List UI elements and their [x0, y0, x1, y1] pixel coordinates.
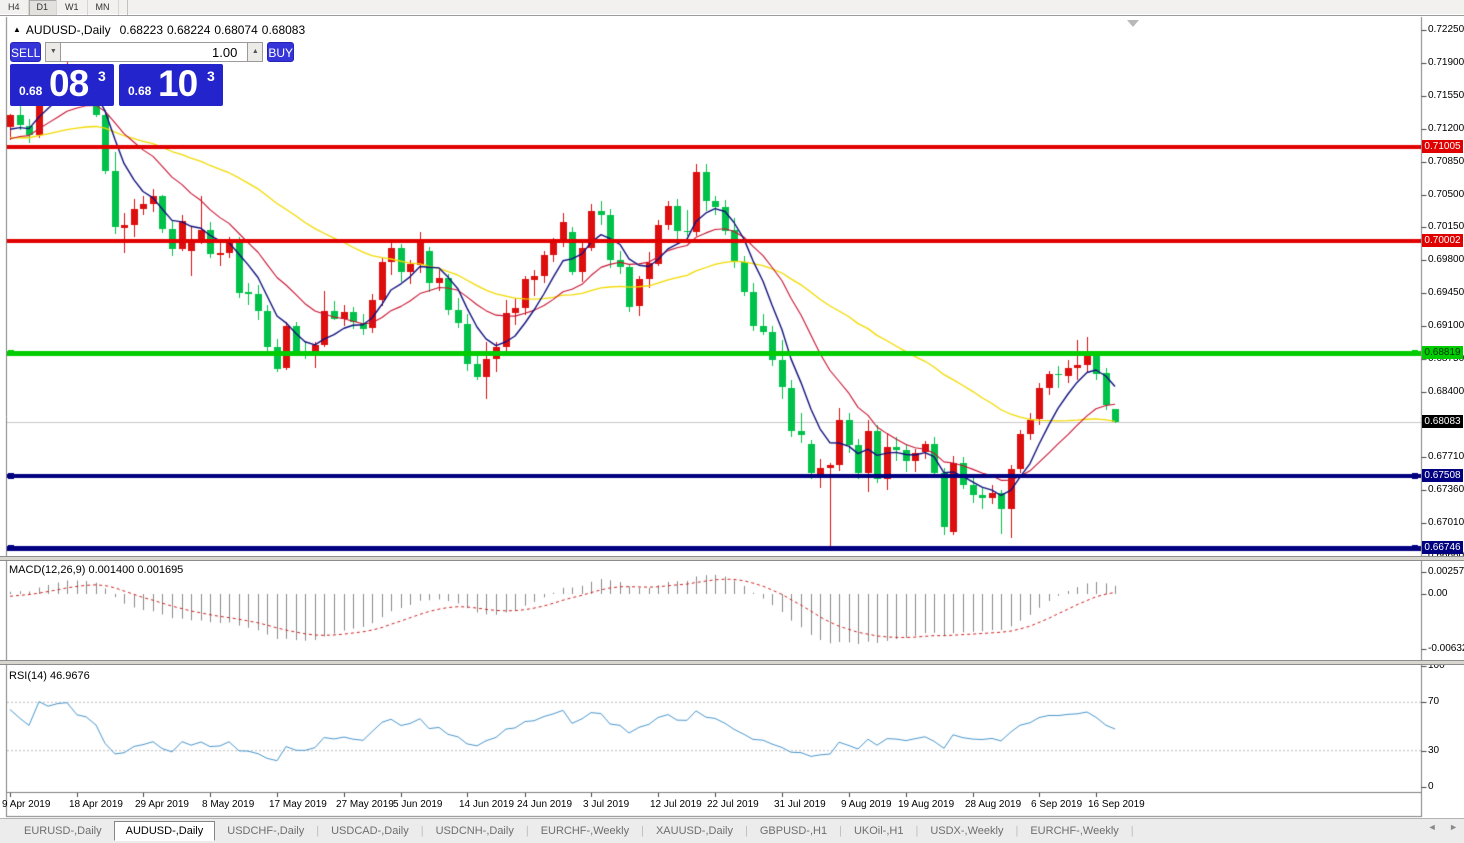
- chart-tab-bar: EURUSD-,DailyAUDUSD-,DailyUSDCHF-,Daily |…: [0, 818, 1464, 843]
- tab-usdcnh[interactable]: USDCNH-,Daily: [424, 822, 526, 840]
- price-level-chip: 0.67508: [1422, 469, 1463, 482]
- date-tick-label: 22 Jul 2019: [707, 799, 759, 810]
- sell-price-prefix: 0.68: [19, 84, 42, 98]
- price-axis[interactable]: [1422, 20, 1464, 792]
- tab-eurchf[interactable]: EURCHF-,Weekly: [529, 822, 641, 840]
- tab-usdchf[interactable]: USDCHF-,Daily: [215, 822, 316, 840]
- tab-scroll-left-icon[interactable]: ◄: [1428, 822, 1437, 832]
- rsi-indicator-label: RSI(14) 46.9676: [9, 670, 90, 682]
- price-level-chip: 0.70002: [1422, 234, 1463, 247]
- date-tick-label: 5 Jun 2019: [393, 799, 443, 810]
- volume-decrease-icon[interactable]: ▼: [45, 42, 61, 62]
- tab-divider: |: [1131, 825, 1134, 837]
- price-tick-label: 0.68400: [1428, 386, 1464, 398]
- rsi-tick-label: 0: [1428, 781, 1434, 793]
- tab-audusd[interactable]: AUDUSD-,Daily: [114, 821, 216, 841]
- date-tick-label: 6 Sep 2019: [1031, 799, 1082, 810]
- buy-price-big-digits: 10: [158, 63, 197, 105]
- chart-symbol-title: AUDUSD-,Daily: [26, 23, 111, 37]
- buy-price-button[interactable]: 0.68 10 3: [119, 64, 223, 106]
- date-tick-label: 12 Jul 2019: [650, 799, 702, 810]
- tab-usdcad[interactable]: USDCAD-,Daily: [319, 822, 421, 840]
- date-tick-label: 9 Apr 2019: [2, 799, 50, 810]
- date-tick-label: 8 May 2019: [202, 799, 254, 810]
- rsi-splitter[interactable]: [0, 660, 1464, 665]
- price-level-chip: 0.68819: [1422, 346, 1463, 359]
- quote-close: 0.68083: [262, 23, 305, 37]
- tab-eurusd[interactable]: EURUSD-,Daily: [12, 822, 114, 840]
- sell-price-big-digits: 08: [49, 63, 88, 105]
- date-tick-label: 27 May 2019: [336, 799, 394, 810]
- buy-button[interactable]: BUY: [267, 42, 294, 62]
- date-tick-label: 28 Aug 2019: [965, 799, 1021, 810]
- price-tick-label: 0.71900: [1428, 57, 1464, 69]
- date-tick-label: 16 Sep 2019: [1088, 799, 1145, 810]
- date-tick-label: 24 Jun 2019: [517, 799, 572, 810]
- date-tick-label: 9 Aug 2019: [841, 799, 892, 810]
- date-tick-label: 18 Apr 2019: [69, 799, 123, 810]
- volume-increase-icon[interactable]: ▲: [247, 42, 263, 62]
- tab-ukoil[interactable]: UKOil-,H1: [842, 822, 916, 840]
- tab-eurchf[interactable]: EURCHF-,Weekly: [1018, 822, 1130, 840]
- macd-tick-label: -0.006326: [1428, 643, 1464, 655]
- price-tick-label: 0.69100: [1428, 320, 1464, 332]
- timeframe-button-mn[interactable]: MN: [88, 0, 119, 15]
- quote-high: 0.68224: [167, 23, 210, 37]
- price-tick-label: 0.69800: [1428, 254, 1464, 266]
- date-tick-label: 14 Jun 2019: [459, 799, 514, 810]
- sell-price-pip-digit: 3: [98, 68, 106, 84]
- price-tick-label: 0.69450: [1428, 287, 1464, 299]
- collapse-panel-icon[interactable]: ▲: [13, 25, 21, 34]
- price-level-chip: 0.68083: [1422, 415, 1463, 428]
- timeframe-button-w1[interactable]: W1: [57, 0, 88, 15]
- chart-shift-marker-icon[interactable]: [1127, 20, 1139, 27]
- price-tick-label: 0.67010: [1428, 517, 1464, 529]
- tab-gbpusd[interactable]: GBPUSD-,H1: [748, 822, 839, 840]
- date-tick-label: 31 Jul 2019: [774, 799, 826, 810]
- rsi-tick-label: 30: [1428, 745, 1439, 757]
- timeframe-button-h4[interactable]: H4: [0, 0, 29, 15]
- price-level-chip: 0.71005: [1422, 140, 1463, 153]
- price-tick-label: 0.70850: [1428, 156, 1464, 168]
- date-tick-label: 3 Jul 2019: [583, 799, 629, 810]
- macd-indicator-label: MACD(12,26,9) 0.001400 0.001695: [9, 564, 183, 576]
- macd-splitter[interactable]: [0, 556, 1464, 561]
- price-tick-label: 0.67710: [1428, 451, 1464, 463]
- price-tick-label: 0.70150: [1428, 221, 1464, 233]
- price-tick-label: 0.70500: [1428, 189, 1464, 201]
- date-tick-label: 19 Aug 2019: [898, 799, 954, 810]
- tab-xauusd[interactable]: XAUUSD-,Daily: [644, 822, 745, 840]
- timeframe-toolbar: H4D1W1MN: [0, 0, 1464, 16]
- macd-tick-label: 0.002574: [1428, 566, 1464, 578]
- chart-canvas[interactable]: [0, 0, 1464, 843]
- chart-title-bar: ▲ AUDUSD-,Daily 0.68223 0.68224 0.68074 0.680…: [13, 23, 305, 37]
- price-tick-label: 0.71550: [1428, 90, 1464, 102]
- toolbar-separator: [127, 0, 128, 15]
- timeframe-button-d1[interactable]: D1: [29, 0, 58, 15]
- sell-price-button[interactable]: 0.68 08 3: [10, 64, 114, 106]
- buy-price-prefix: 0.68: [128, 84, 151, 98]
- price-tick-label: 0.71200: [1428, 123, 1464, 135]
- sell-button[interactable]: SELL: [10, 42, 41, 62]
- tab-scroll-right-icon[interactable]: ►: [1449, 822, 1458, 832]
- tab-usdx[interactable]: USDX-,Weekly: [918, 822, 1015, 840]
- price-tick-label: 0.67360: [1428, 484, 1464, 496]
- app-window: H4D1W1MN ▲ AUDUSD-,Daily 0.68223 0.68224 0.6…: [0, 0, 1464, 843]
- quote-open: 0.68223: [120, 23, 163, 37]
- price-tick-label: 0.72250: [1428, 24, 1464, 36]
- date-tick-label: 29 Apr 2019: [135, 799, 189, 810]
- macd-tick-label: 0.00: [1428, 588, 1447, 600]
- date-tick-label: 17 May 2019: [269, 799, 327, 810]
- tab-scroll-arrows: ◄ ►: [1418, 822, 1458, 832]
- quote-low: 0.68074: [214, 23, 257, 37]
- price-level-chip: 0.66746: [1422, 541, 1463, 554]
- one-click-trading-panel: SELL ▼ ▲ BUY 0.68 08 3 0.68 10 3: [10, 42, 227, 106]
- rsi-tick-label: 70: [1428, 696, 1439, 708]
- buy-price-pip-digit: 3: [207, 68, 215, 84]
- volume-input[interactable]: [61, 42, 247, 62]
